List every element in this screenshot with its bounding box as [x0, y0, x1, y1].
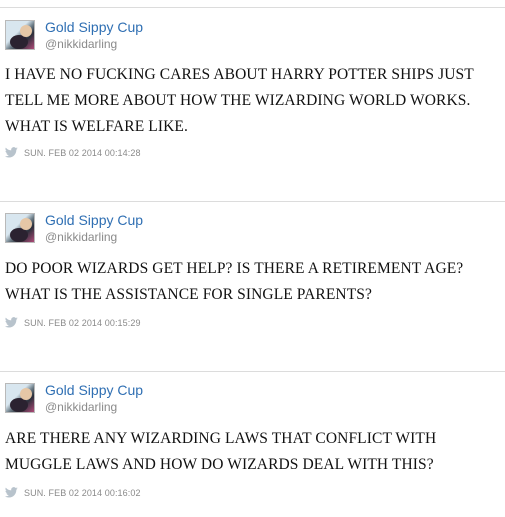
divider: [0, 7, 505, 8]
user-handle[interactable]: @nikkidarling: [45, 400, 117, 414]
avatar[interactable]: [5, 383, 35, 413]
tweet-text-line: ARE THERE ANY WIZARDING LAWS THAT CONFLI…: [5, 430, 437, 447]
avatar[interactable]: [5, 20, 35, 50]
timestamp[interactable]: SUN. FEB 02 2014 00:15:29: [24, 318, 141, 328]
timestamp[interactable]: SUN. FEB 02 2014 00:14:28: [24, 148, 141, 158]
display-name[interactable]: Gold Sippy Cup: [45, 382, 143, 398]
tweet-text-line: WHAT IS THE ASSISTANCE FOR SINGLE PARENT…: [5, 286, 372, 303]
divider: [0, 371, 505, 372]
timestamp[interactable]: SUN. FEB 02 2014 00:16:02: [24, 488, 141, 498]
tweet-text-line: I HAVE NO FUCKING CARES ABOUT HARRY POTT…: [5, 66, 474, 83]
display-name[interactable]: Gold Sippy Cup: [45, 19, 143, 35]
tweet-text-line: TELL ME MORE ABOUT HOW THE WIZARDING WOR…: [5, 92, 471, 109]
user-handle[interactable]: @nikkidarling: [45, 37, 117, 51]
twitter-bird-icon: [5, 487, 18, 498]
display-name[interactable]: Gold Sippy Cup: [45, 212, 143, 228]
tweet-text-line: DO POOR WIZARDS GET HELP? IS THERE A RET…: [5, 260, 464, 277]
twitter-bird-icon: [5, 317, 18, 328]
divider: [0, 201, 505, 202]
user-handle[interactable]: @nikkidarling: [45, 230, 117, 244]
tweet-feed: Gold Sippy Cup @nikkidarling I HAVE NO F…: [0, 0, 505, 517]
twitter-bird-icon: [5, 147, 18, 158]
tweet-text: DO POOR WIZARDS GET HELP? IS THERE A RET…: [5, 256, 500, 308]
tweet-text-line: WHAT IS WELFARE LIKE.: [5, 118, 188, 135]
tweet-text: I HAVE NO FUCKING CARES ABOUT HARRY POTT…: [5, 62, 500, 140]
avatar[interactable]: [5, 213, 35, 243]
tweet-text-line: MUGGLE LAWS AND HOW DO WIZARDS DEAL WITH…: [5, 456, 434, 473]
tweet-text: ARE THERE ANY WIZARDING LAWS THAT CONFLI…: [5, 426, 500, 478]
